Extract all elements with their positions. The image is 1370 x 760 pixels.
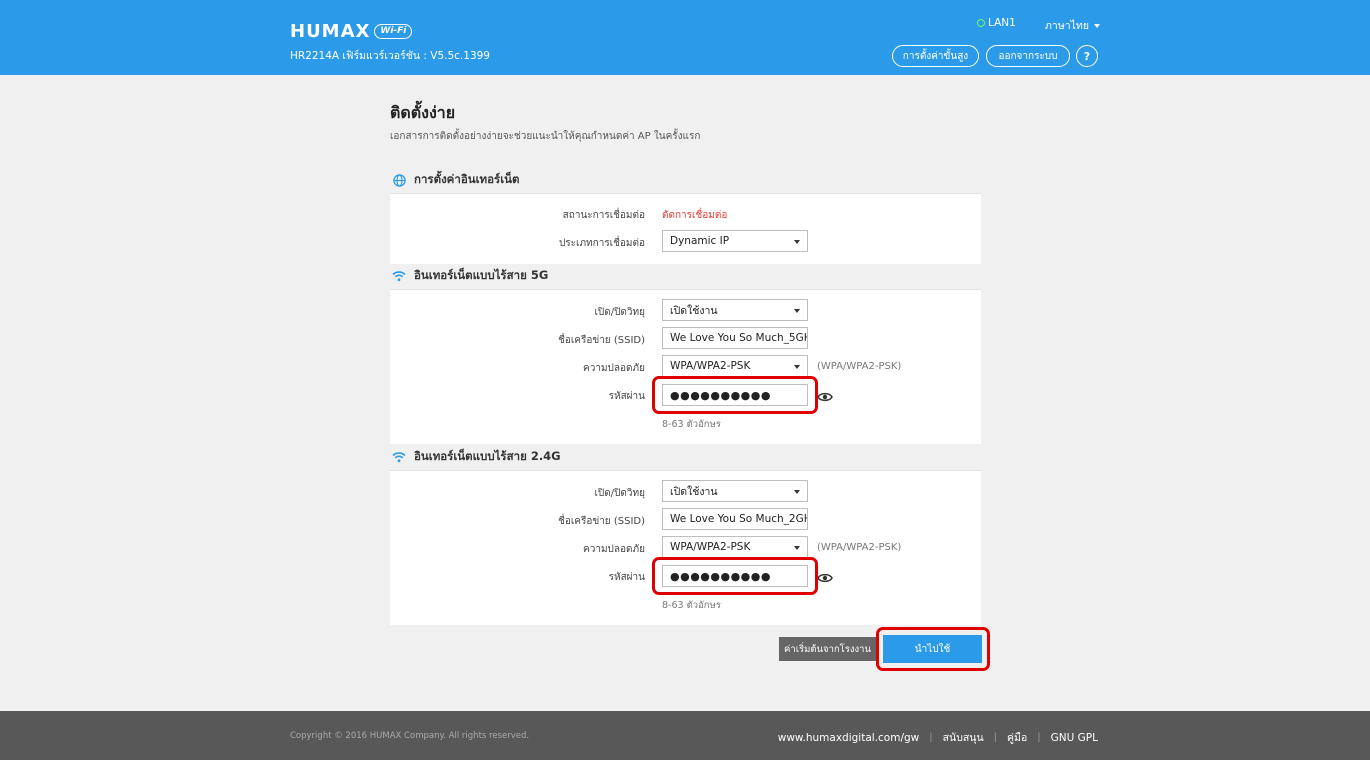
wifi24g-radio-select[interactable]: เปิดใช้งาน	[662, 480, 808, 502]
footer-links: www.humaxdigital.com/gw | สนับสนุน | คู่…	[778, 729, 1098, 746]
factory-reset-button[interactable]: ค่าเริ่มต้นจากโรงงาน	[779, 637, 876, 661]
wifi-icon	[392, 450, 406, 464]
wifi24g-password-hint: 8-63 ตัวอักษร	[662, 600, 721, 611]
wifi5g-radio-select[interactable]: เปิดใช้งาน	[662, 299, 808, 321]
wifi24g-password-label: รหัสผ่าน	[608, 572, 645, 583]
wifi-icon	[392, 269, 406, 283]
wifi24g-radio-label: เปิด/ปิดวิทยุ	[594, 488, 645, 499]
internet-panel	[390, 193, 981, 264]
footer: Copyright © 2016 HUMAX Company. All righ…	[0, 711, 1370, 760]
wifi5g-security-label: ความปลอดภัย	[583, 363, 645, 374]
wifi24g-security-label: ความปลอดภัย	[583, 544, 645, 555]
lan-indicator-icon	[977, 19, 985, 27]
footer-link-manual[interactable]: คู่มือ	[1007, 729, 1027, 746]
connection-status-value: ตัดการเชื่อมต่อ	[662, 210, 728, 221]
advanced-settings-button[interactable]: การตั้งค่าขั้นสูง	[892, 45, 979, 67]
internet-section-title: การตั้งค่าอินเทอร์เน็ต	[414, 172, 520, 186]
wifi5g-security-note: (WPA/WPA2-PSK)	[817, 361, 902, 372]
eye-icon[interactable]	[817, 569, 833, 583]
internet-section-heading: การตั้งค่าอินเทอร์เน็ต	[392, 170, 519, 190]
wifi24g-security-value: WPA/WPA2-PSK	[670, 541, 751, 553]
footer-separator: |	[993, 732, 998, 743]
connection-type-value: Dynamic IP	[670, 235, 730, 247]
wifi5g-ssid-input[interactable]: We Love You So Much_5GHz	[662, 327, 808, 349]
logout-button[interactable]: ออกจากระบบ	[986, 45, 1070, 67]
wifi24g-security-select[interactable]: WPA/WPA2-PSK	[662, 536, 808, 558]
humax-logo: HUMAX Wi-Fi	[290, 21, 413, 42]
wifi5g-ssid-label: ชื่อเครือข่าย (SSID)	[558, 335, 645, 346]
page-title: ติดตั้งง่าย	[390, 103, 456, 122]
wifi5g-section-title: อินเทอร์เน็ตแบบไร้สาย 5G	[414, 268, 549, 282]
chevron-down-icon	[794, 240, 800, 244]
wifi5g-section-heading: อินเทอร์เน็ตแบบไร้สาย 5G	[392, 266, 548, 286]
lan-status: LAN1	[977, 17, 1016, 29]
wifi-badge: Wi-Fi	[374, 24, 413, 39]
footer-separator: |	[1037, 732, 1041, 743]
wifi24g-section-heading: อินเทอร์เน็ตแบบไร้สาย 2.4G	[392, 447, 561, 467]
wifi24g-radio-value: เปิดใช้งาน	[670, 485, 718, 498]
page-description: เอกสารการติดตั้งอย่างง่ายจะช่วยแนะนำให้ค…	[390, 131, 701, 142]
chevron-down-icon	[794, 546, 800, 550]
connection-type-label: ประเภทการเชื่อมต่อ	[558, 238, 645, 249]
apply-highlight-box	[876, 627, 990, 671]
chevron-down-icon	[794, 309, 800, 313]
connection-status-label: สถานะการเชื่อมต่อ	[562, 210, 645, 221]
lan-status-label: LAN1	[988, 17, 1016, 29]
wifi5g-password-label: รหัสผ่าน	[608, 391, 645, 402]
wifi5g-radio-label: เปิด/ปิดวิทยุ	[594, 307, 645, 318]
footer-link-support[interactable]: สนับสนุน	[943, 729, 984, 746]
top-header: HUMAX Wi-Fi HR2214A เฟิร์มแวร์เวอร์ชัน :…	[0, 0, 1370, 75]
footer-link-gpl[interactable]: GNU GPL	[1051, 732, 1098, 744]
language-label: ภาษาไทย	[1045, 20, 1089, 32]
brand-name: HUMAX	[290, 21, 371, 42]
chevron-down-icon	[794, 365, 800, 369]
wifi24g-section-title: อินเทอร์เน็ตแบบไร้สาย 2.4G	[414, 449, 561, 463]
wifi5g-radio-value: เปิดใช้งาน	[670, 304, 718, 317]
wifi5g-security-value: WPA/WPA2-PSK	[670, 360, 751, 372]
eye-icon[interactable]	[817, 388, 833, 402]
wifi5g-password-hint: 8-63 ตัวอักษร	[662, 419, 721, 430]
chevron-down-icon	[794, 490, 800, 494]
wifi24g-security-note: (WPA/WPA2-PSK)	[817, 542, 902, 553]
firmware-version: HR2214A เฟิร์มแวร์เวอร์ชัน : V5.5c.1399	[290, 50, 490, 62]
password-highlight-box	[652, 557, 818, 595]
wifi24g-ssid-label: ชื่อเครือข่าย (SSID)	[558, 516, 645, 527]
chevron-down-icon	[1094, 23, 1100, 28]
globe-icon	[392, 173, 406, 187]
wifi5g-security-select[interactable]: WPA/WPA2-PSK	[662, 355, 808, 377]
password-highlight-box	[652, 376, 818, 414]
footer-link-website[interactable]: www.humaxdigital.com/gw	[778, 732, 920, 744]
help-button[interactable]: ?	[1076, 45, 1098, 67]
footer-separator: |	[929, 732, 933, 743]
wifi24g-ssid-input[interactable]: We Love You So Much_2GHz	[662, 508, 808, 530]
copyright-text: Copyright © 2016 HUMAX Company. All righ…	[290, 731, 530, 741]
language-selector[interactable]: ภาษาไทย	[1045, 17, 1100, 34]
connection-type-select[interactable]: Dynamic IP	[662, 230, 808, 252]
